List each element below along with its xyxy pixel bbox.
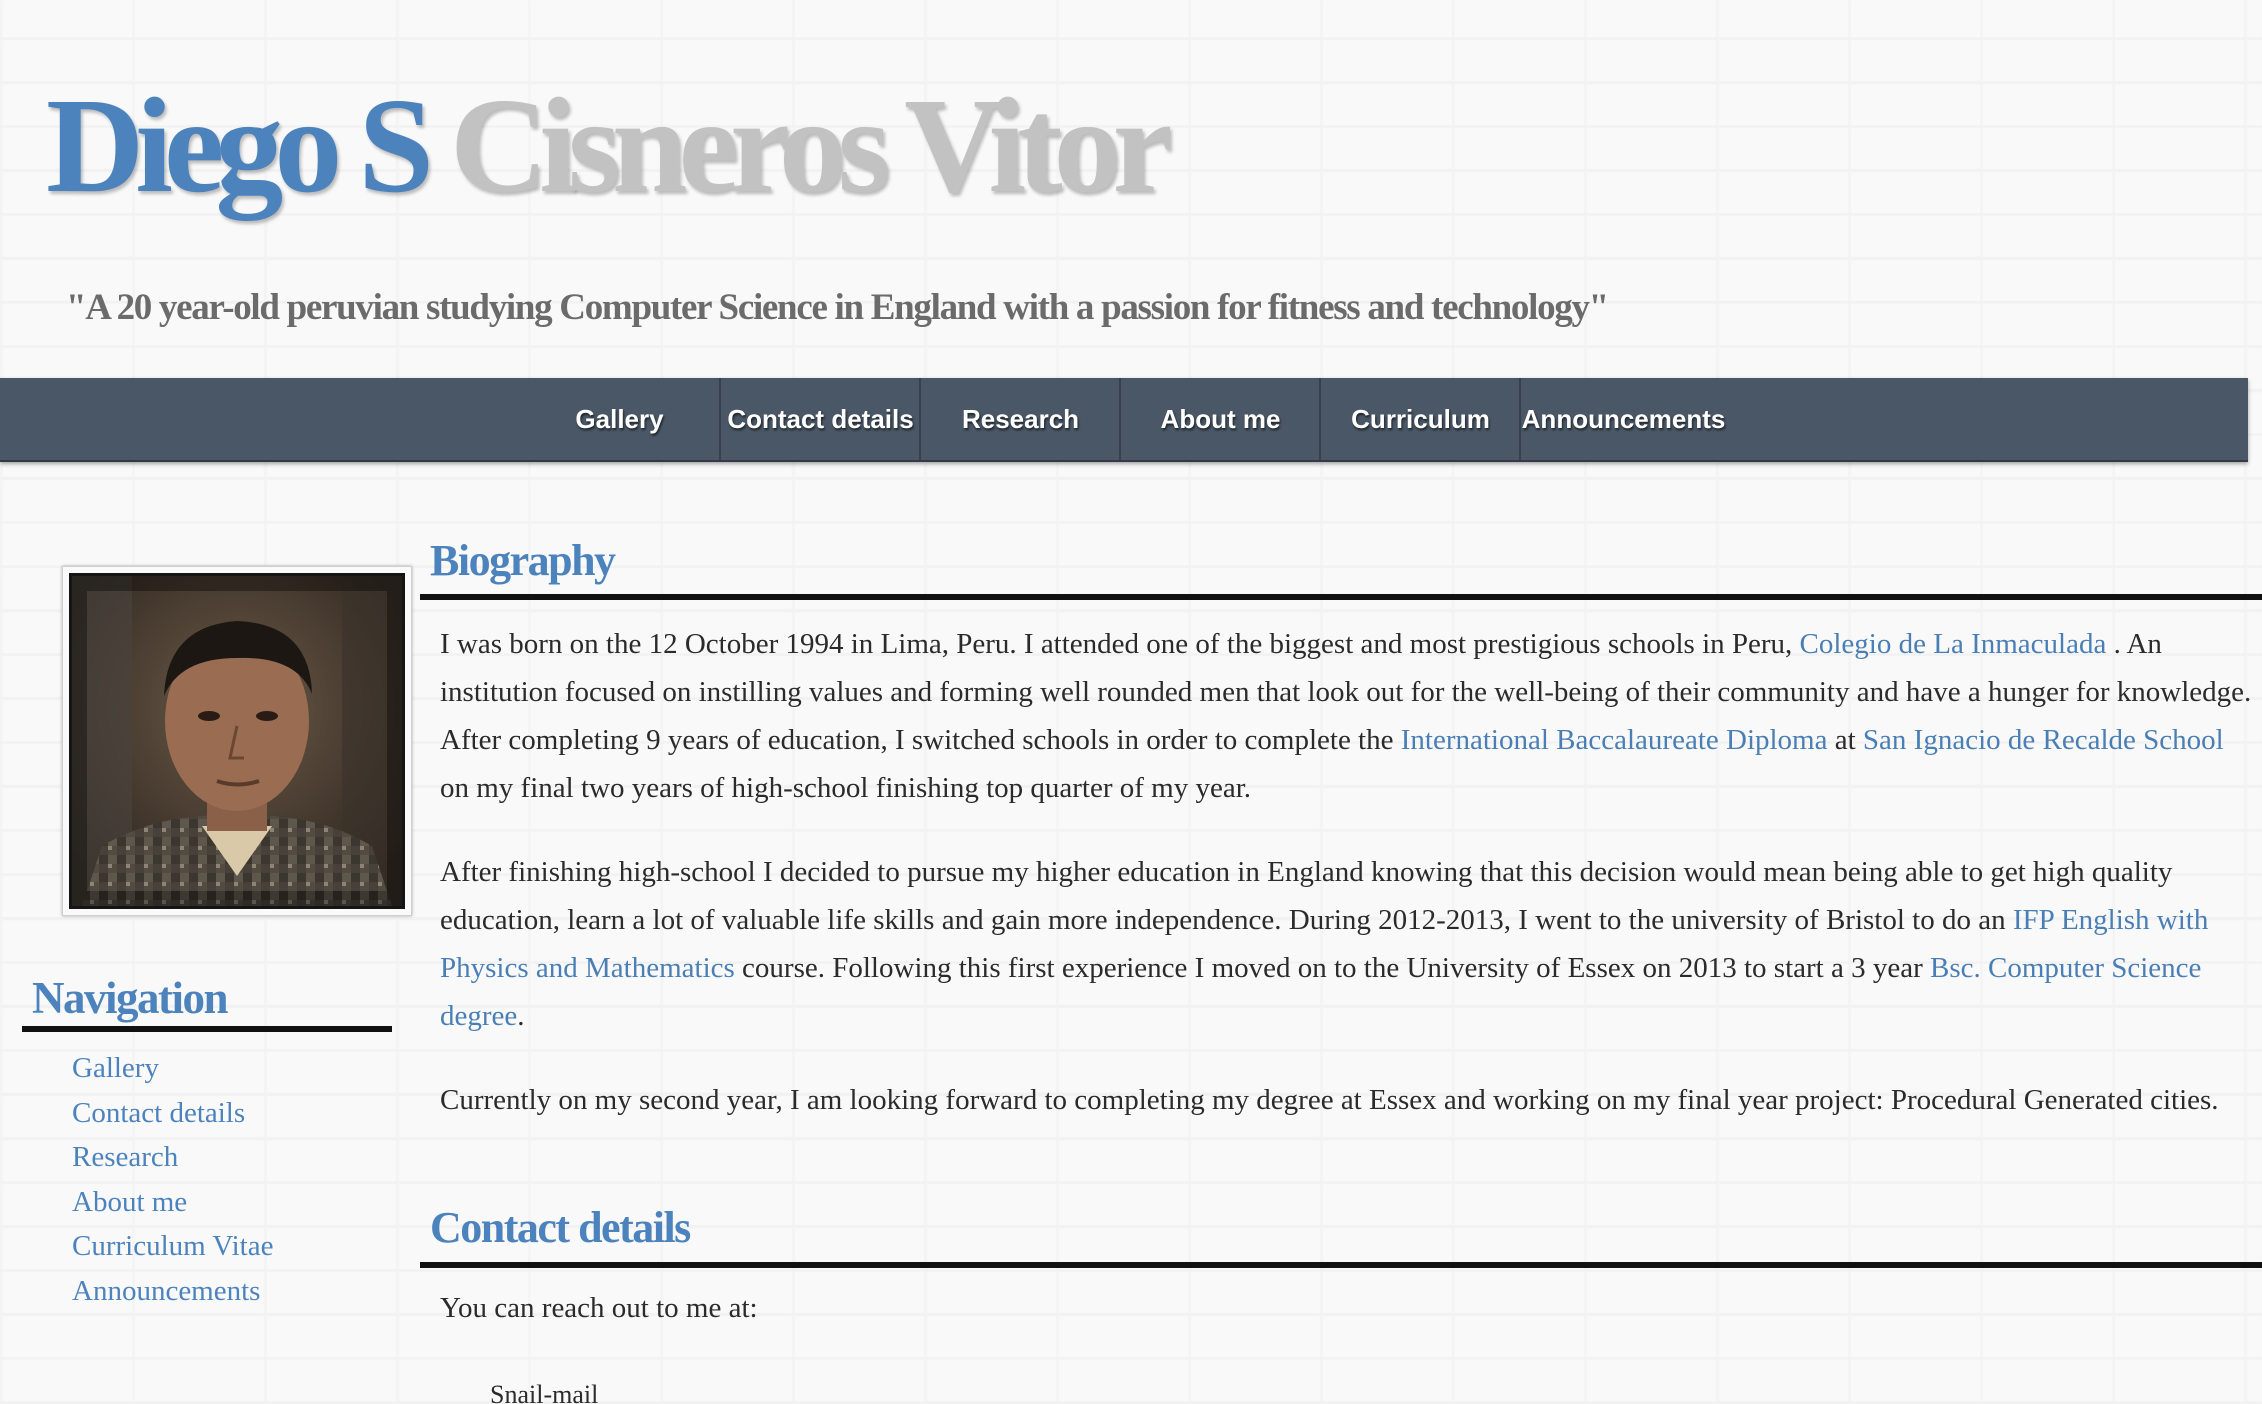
tagline: "A 20 year-old peruvian studying Compute… [66, 287, 1609, 328]
top-nav-gallery[interactable]: Gallery [520, 378, 719, 460]
link-colegio-de-la-inmaculada[interactable]: Colegio de La Inmaculada [1800, 628, 2107, 660]
site-title-first-name: Diego S [46, 71, 434, 221]
profile-photo-frame [62, 566, 412, 916]
top-nav-bar: Gallery Contact details Research About m… [0, 378, 2248, 462]
biography-text: at [1827, 724, 1863, 756]
site-title-last-name: Cisneros Vitor [450, 71, 1173, 221]
biography-text: I was born on the 12 October 1994 in Lim… [440, 628, 1800, 660]
sidebar-link-curriculum-vitae[interactable]: Curriculum Vitae [72, 1224, 274, 1269]
sidebar-link-announcements[interactable]: Announcements [72, 1269, 274, 1314]
sidebar-nav-list: Gallery Contact details Research About m… [72, 1046, 274, 1313]
sidebar-link-research[interactable]: Research [72, 1135, 274, 1180]
top-nav-curriculum[interactable]: Curriculum [1321, 378, 1520, 460]
link-international-baccalaureate[interactable]: International Baccalaureate Diploma [1401, 724, 1828, 756]
top-nav-about-me[interactable]: About me [1121, 378, 1320, 460]
biography-text: on my final two years of high-school fin… [440, 772, 1252, 804]
site-title: Diego S Cisneros Vitor [46, 78, 1173, 214]
biography-text: . [517, 1000, 525, 1032]
top-nav-announcements[interactable]: Announcements [1521, 378, 1726, 460]
snail-mail-label: Snail-mail [490, 1380, 599, 1404]
sidebar-link-contact-details[interactable]: Contact details [72, 1091, 274, 1136]
biography-paragraph: I was born on the 12 October 1994 in Lim… [440, 620, 2258, 812]
sidebar-heading: Navigation [32, 973, 229, 1023]
biography-text: course. Following this first experience … [734, 952, 1930, 984]
contact-details-heading: Contact details [430, 1203, 691, 1252]
profile-photo-image [72, 576, 402, 906]
profile-photo [69, 573, 405, 909]
biography-text: After finishing high-school I decided to… [440, 856, 2173, 936]
sidebar-link-about-me[interactable]: About me [72, 1180, 274, 1225]
biography-paragraph: Currently on my second year, I am lookin… [440, 1084, 2219, 1116]
sidebar-divider [22, 1026, 392, 1032]
biography-heading: Biography [430, 536, 616, 585]
biography-divider [420, 594, 2262, 600]
contact-details-divider [420, 1262, 2262, 1268]
top-nav-contact-details[interactable]: Contact details [721, 378, 920, 460]
biography-body: I was born on the 12 October 1994 in Lim… [440, 620, 2258, 1160]
contact-intro-text: You can reach out to me at: [440, 1292, 758, 1324]
biography-paragraph: After finishing high-school I decided to… [440, 848, 2258, 1040]
sidebar-link-gallery[interactable]: Gallery [72, 1046, 274, 1091]
link-san-ignacio-de-recalde[interactable]: San Ignacio de Recalde School [1863, 724, 2224, 756]
top-nav-research[interactable]: Research [921, 378, 1120, 460]
